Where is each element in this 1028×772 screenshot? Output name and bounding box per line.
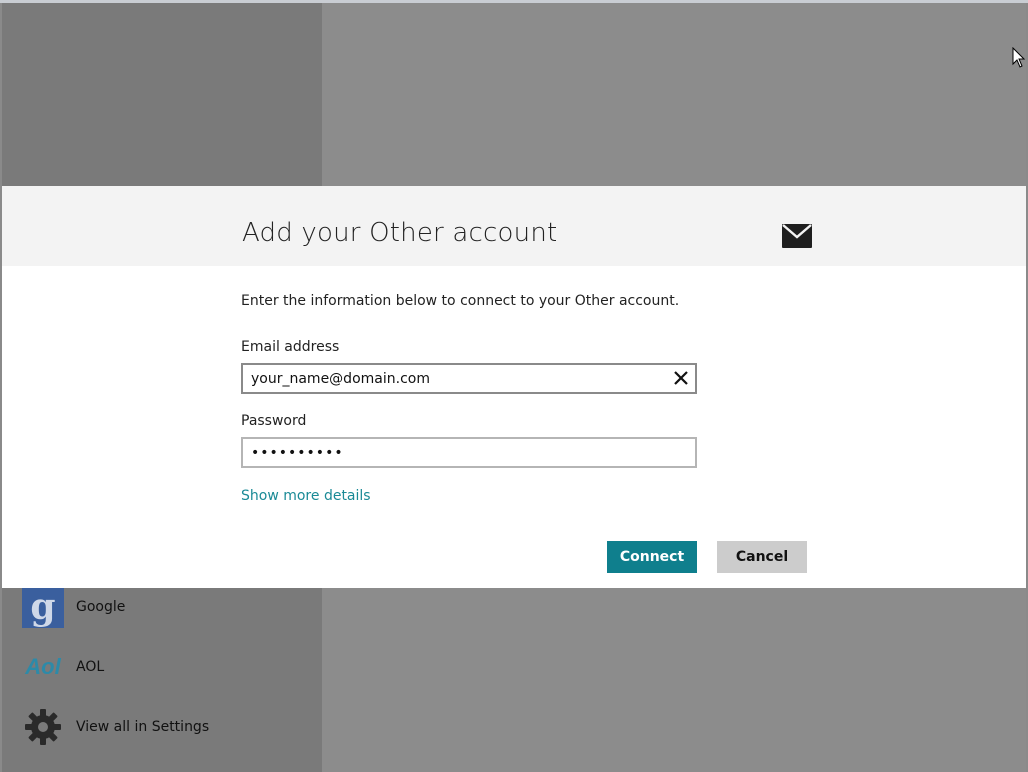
connect-button[interactable]: Connect	[607, 541, 697, 573]
account-item-label: Google	[76, 599, 126, 615]
add-account-dialog: Add your Other account Enter the informa…	[2, 186, 1026, 588]
account-item-view-all-settings[interactable]: View all in Settings	[22, 706, 209, 748]
dialog-intro-text: Enter the information below to connect t…	[241, 293, 680, 309]
password-field[interactable]	[241, 437, 697, 468]
account-item-label: AOL	[76, 659, 105, 675]
account-item-aol[interactable]: Aol AOL	[22, 646, 104, 688]
cancel-button[interactable]: Cancel	[717, 541, 807, 573]
dialog-title: Add your Other account	[242, 218, 558, 248]
email-field[interactable]	[241, 363, 697, 394]
account-item-label: View all in Settings	[76, 719, 210, 735]
mail-icon	[782, 224, 812, 248]
dialog-header: Add your Other account	[2, 186, 1026, 266]
password-label: Password	[241, 413, 307, 429]
show-more-details-link[interactable]: Show more details	[241, 488, 371, 504]
close-icon	[674, 371, 688, 385]
gear-icon	[22, 706, 64, 748]
password-input[interactable]	[243, 439, 693, 466]
account-item-google[interactable]: g Google	[22, 586, 125, 628]
mouse-pointer-icon	[1012, 46, 1026, 69]
email-input[interactable]	[243, 365, 663, 392]
email-label: Email address	[241, 339, 340, 355]
aol-logo-icon: Aol	[25, 654, 61, 679]
google-logo-icon: g	[22, 586, 64, 628]
screen: g Google Aol AOL View all in Settings Ad…	[0, 0, 1028, 772]
clear-email-button[interactable]	[671, 368, 691, 388]
